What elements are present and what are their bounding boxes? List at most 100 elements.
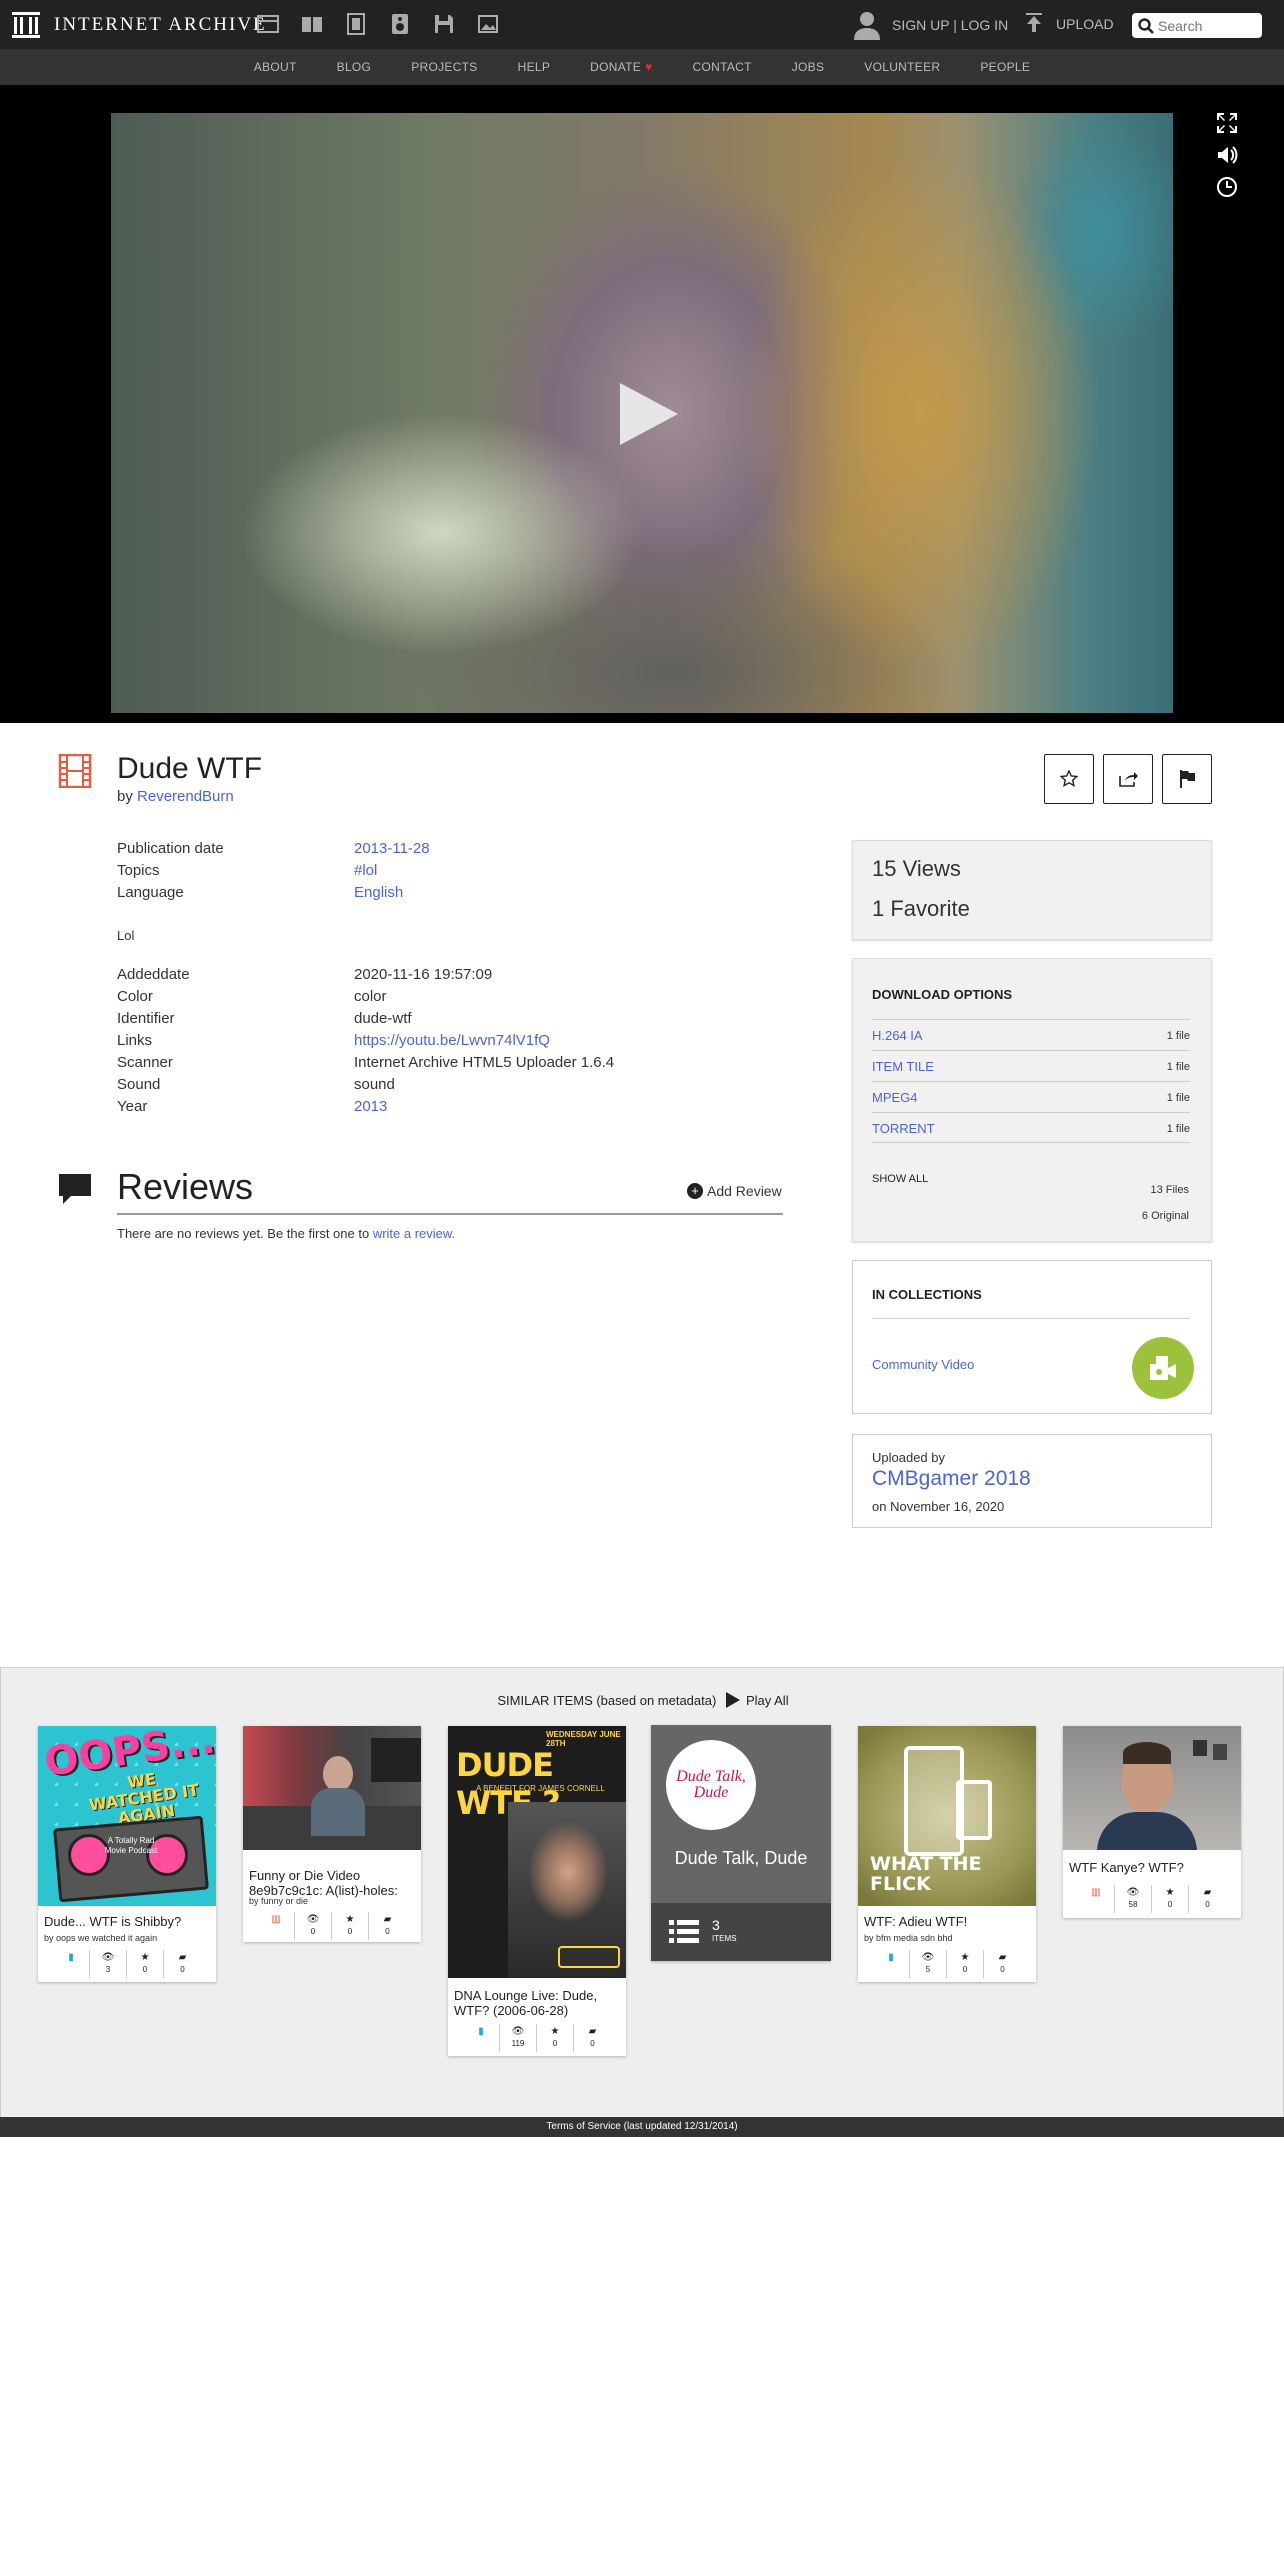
show-all-link[interactable]: SHOW ALL [872,1173,928,1185]
tile-reviews: ▰ 0 [1189,1885,1226,1913]
tile-thumbnail[interactable]: WEDNESDAY JUNE 28TH DUDE WTF ? A BENEFIT… [448,1726,626,1978]
main-nav: ABOUT BLOG PROJECTS HELP DONATE ♥ CONTACT… [0,49,1284,85]
tile-stats: ▥ 👁 58 ★ 0 ▰ 0 [1063,1885,1241,1913]
nav-help[interactable]: HELP [518,60,551,74]
upload-button[interactable]: UPLOAD [1024,12,1114,36]
similar-heading: SIMILAR ITEMS (based on metadata) Play A… [1,1692,1284,1708]
tile-thumbnail[interactable] [1063,1726,1241,1850]
meta-value-link[interactable]: #lol [354,862,377,879]
nav-jobs[interactable]: JOBS [792,60,825,74]
meta-value: dude-wtf [354,1010,412,1027]
audio-icon[interactable] [388,12,412,36]
fullscreen-icon[interactable] [1216,112,1238,134]
tile-views: 👁 3 [90,1950,127,1978]
play-button[interactable] [620,383,678,445]
download-format[interactable]: H.264 IA [872,1028,923,1043]
eye-icon: 👁 [306,1914,320,1925]
tile-views: 👁 119 [500,2024,537,2052]
meta-key: Publication date [117,840,224,857]
similar-item-tile[interactable]: WEDNESDAY JUNE 28TH DUDE WTF ? A BENEFIT… [448,1726,626,2056]
review-count: 0 [1205,1900,1210,1909]
tile-title[interactable]: Dude... WTF is Shibby? [44,1914,210,1929]
download-format[interactable]: MPEG4 [872,1090,918,1105]
similar-item-tile[interactable]: WTF Kanye? WTF? ▥ 👁 58 ★ 0 ▰ 0 [1063,1726,1241,1918]
audio-icon: ▮ [68,1952,74,1963]
nav-volunteer[interactable]: VOLUNTEER [864,60,940,74]
uploader-box: Uploaded by CMBgamer 2018 on November 16… [852,1434,1212,1528]
tile-title[interactable]: WTF: Adieu WTF! [864,1914,1030,1929]
collection-tile-name[interactable]: Dude Talk, Dude [651,1848,831,1869]
uploader-link[interactable]: CMBgamer 2018 [872,1467,1031,1491]
tile-title[interactable]: DNA Lounge Live: Dude, WTF? (2006-06-28) [454,1988,620,2018]
share-button[interactable] [1103,754,1153,804]
video-frame[interactable] [111,113,1173,713]
video-icon[interactable] [344,12,368,36]
flag-button[interactable] [1162,754,1212,804]
meta-value-link[interactable]: https://youtu.be/Lwvn74lV1fQ [354,1032,550,1049]
author-link[interactable]: ReverendBurn [137,788,234,805]
nav-contact[interactable]: CONTACT [693,60,752,74]
download-format[interactable]: ITEM TILE [872,1059,934,1074]
download-row[interactable]: H.264 IA 1 file [872,1019,1190,1050]
eye-icon: 👁 [921,1952,935,1963]
meta-key: Language [117,884,184,901]
web-icon[interactable] [256,12,280,36]
footer-terms-link[interactable]: Terms of Service (last updated 12/31/201… [0,2117,1284,2137]
nav-donate[interactable]: DONATE ♥ [590,60,652,74]
meta-value-link[interactable]: English [354,884,403,901]
write-review-link[interactable]: write a review. [373,1226,455,1241]
similar-item-tile[interactable]: OOPS... WE WATCHED IT AGAIN A Totally Ra… [38,1726,216,1982]
tile-favs: ★ 0 [537,2024,574,2052]
download-row[interactable]: TORRENT 1 file [872,1112,1190,1143]
tile-thumbnail[interactable]: OOPS... WE WATCHED IT AGAIN A Totally Ra… [38,1726,216,1906]
search-input[interactable] [1158,17,1258,34]
similar-item-tile[interactable]: WHAT THE FLICK WTF: Adieu WTF! by bfm me… [858,1726,1036,1982]
collection-tile-footer: 3 ITEMS [651,1903,831,1961]
comment-icon [59,1174,91,1204]
images-icon[interactable] [476,12,500,36]
video-player[interactable] [0,85,1284,723]
tile-title[interactable]: Funny or Die Video 8e9b7c9c1c: A(list)-h… [249,1868,415,1898]
texts-icon[interactable] [300,12,324,36]
play-all-link[interactable]: Play All [746,1693,789,1708]
meta-value-link[interactable]: 2013 [354,1098,387,1115]
download-format[interactable]: TORRENT [872,1121,935,1136]
add-review-button[interactable]: + Add Review [687,1183,782,1199]
collection-badge[interactable] [1132,1337,1194,1399]
meta-value: Internet Archive HTML5 Uploader 1.6.4 [354,1054,615,1071]
list-icon [669,1920,699,1943]
tile-art-subtext: A BENEFIT FOR JAMES CORNELL [476,1784,605,1793]
nav-people[interactable]: PEOPLE [980,60,1030,74]
tile-type: ▥ [1078,1885,1115,1913]
upload-label: UPLOAD [1056,16,1114,32]
similar-item-tile[interactable]: Funny or Die Video 8e9b7c9c1c: A(list)-h… [243,1726,421,1942]
meta-value-link[interactable]: 2013-11-28 [354,840,430,857]
volume-icon[interactable] [1216,144,1238,166]
view-count: 5 [925,1965,931,1974]
download-row[interactable]: ITEM TILE 1 file [872,1050,1190,1081]
comment-icon: ▰ [998,1952,1007,1963]
clock-icon[interactable] [1216,176,1238,198]
tile-stats: ▥ 👁 0 ★ 0 ▰ 0 [243,1912,421,1940]
meta-key: Topics [117,862,160,879]
upload-icon [1026,13,1042,32]
archive-logo-icon [12,12,40,38]
tile-thumbnail[interactable]: WHAT THE FLICK [858,1726,1036,1906]
nav-projects[interactable]: PROJECTS [411,60,477,74]
software-icon[interactable] [432,12,456,36]
download-row[interactable]: MPEG4 1 file [872,1081,1190,1112]
reviews-title: Reviews [117,1166,254,1207]
reviews-empty-text: There are no reviews yet. Be the first o… [117,1226,370,1241]
site-logo[interactable]: INTERNET ARCHIVE [12,10,267,40]
similar-collection-tile[interactable]: Dude Talk, Dude Dude Talk, Dude 3 ITEMS [651,1725,831,1961]
tile-thumbnail[interactable] [243,1726,421,1850]
search-box[interactable] [1132,13,1262,38]
tile-title[interactable]: WTF Kanye? WTF? [1069,1860,1235,1875]
favorite-button[interactable] [1044,754,1094,804]
nav-blog[interactable]: BLOG [337,60,372,74]
play-all-icon[interactable] [725,1692,740,1708]
collection-link[interactable]: Community Video [872,1357,974,1372]
collections-box: IN COLLECTIONS Community Video [852,1260,1212,1414]
sign-up-log-in[interactable]: SIGN UP | LOG IN [854,10,1008,40]
nav-about[interactable]: ABOUT [254,60,297,74]
